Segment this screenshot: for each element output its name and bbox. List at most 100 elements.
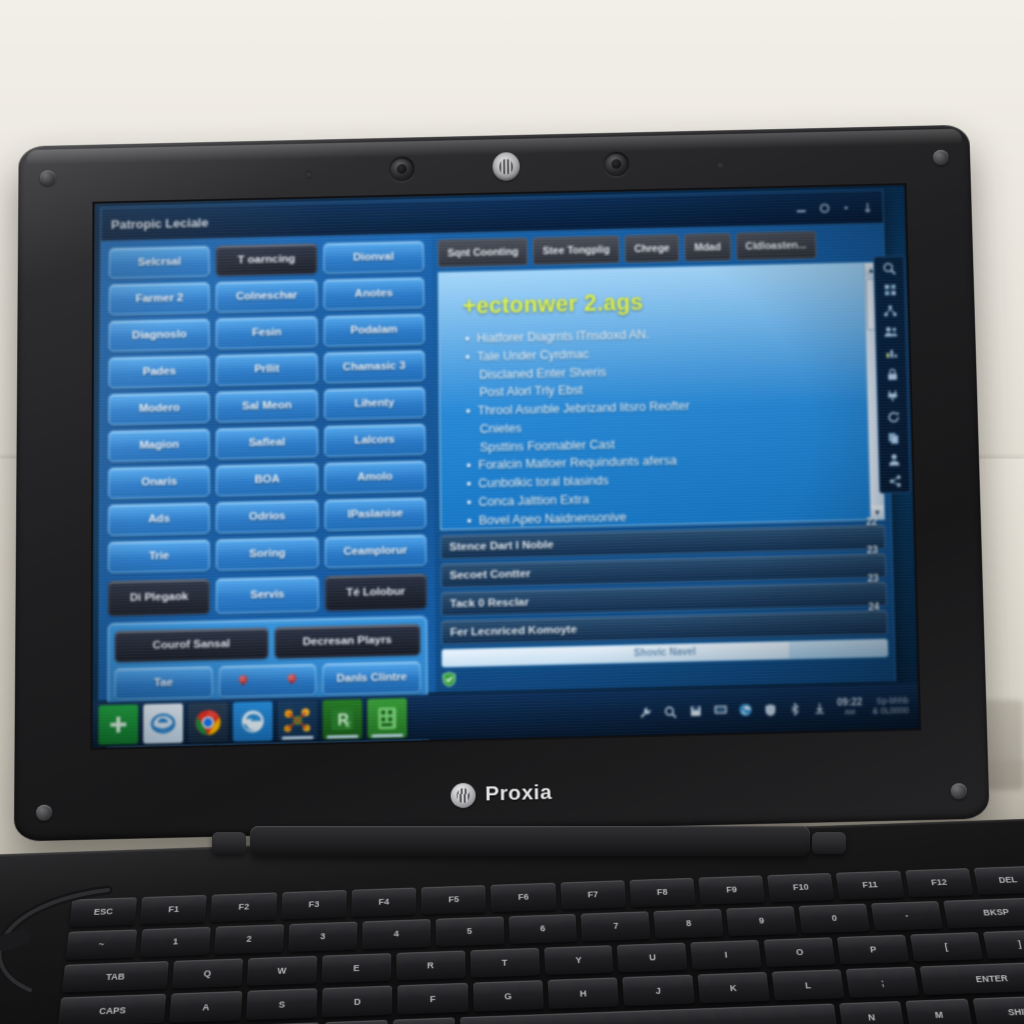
key[interactable]: F3 [280, 889, 347, 920]
subpanel-cell-right[interactable]: Danls Clintre [322, 661, 421, 696]
calculator-app-button[interactable] [367, 698, 408, 739]
key[interactable]: F6 [490, 882, 557, 912]
grid-button[interactable]: Trie [107, 539, 211, 574]
grid-button[interactable]: Soring [216, 536, 319, 571]
subpanel-cell-left[interactable]: Tae [114, 666, 213, 700]
grid-button[interactable]: Lalcors [323, 423, 426, 458]
search-icon[interactable] [880, 261, 898, 277]
grid-button[interactable]: Lihenty [323, 386, 426, 421]
tab-toarncing[interactable]: T oarncing [215, 243, 318, 277]
close-icon[interactable] [862, 201, 873, 212]
grid-button[interactable]: Farmer 2 [108, 282, 211, 316]
toolbar-button-sqnt-coonting[interactable]: Sqnt Coonting [437, 237, 529, 268]
key[interactable]: 2 [213, 924, 284, 955]
key[interactable]: 0 [798, 903, 871, 934]
toolbar-button-stee-tongplig[interactable]: Stee Tongplig [532, 235, 620, 266]
chart-icon[interactable] [882, 345, 900, 361]
key[interactable]: L [771, 969, 845, 1001]
grid-icon[interactable] [881, 282, 899, 298]
wrench-icon[interactable] [638, 705, 653, 720]
grid-button[interactable]: Fesin [215, 316, 318, 350]
subpanel-cell-mid[interactable] [218, 663, 317, 698]
action-button-te-lolobur[interactable]: Té Lolobur [324, 573, 428, 612]
grid-button[interactable]: Odrios [216, 499, 319, 534]
grid-button[interactable]: Ads [107, 502, 211, 537]
share-icon[interactable] [886, 473, 904, 489]
key[interactable]: Y [543, 944, 614, 976]
subheader-decresan-playrs[interactable]: Decresan Playrs [274, 623, 421, 659]
key[interactable]: F12 [904, 868, 974, 898]
restore-icon[interactable] [819, 202, 830, 213]
key[interactable]: F10 [767, 872, 835, 903]
key[interactable]: C [323, 1020, 388, 1024]
grid-button[interactable]: Prllit [215, 352, 318, 386]
grid-button[interactable]: Colneschar [215, 279, 318, 313]
key[interactable]: ENTER [920, 961, 1024, 996]
toolbar-button-cldloasten[interactable]: Cldloasten... [735, 230, 817, 261]
media-app-button[interactable] [277, 700, 318, 741]
key[interactable]: F [397, 983, 469, 1015]
plug-icon[interactable] [883, 387, 901, 403]
key[interactable]: J [622, 975, 695, 1007]
key[interactable]: A [169, 991, 243, 1023]
start-button[interactable] [98, 704, 139, 745]
dot-icon[interactable] [843, 204, 850, 211]
refresh-icon[interactable] [884, 409, 902, 425]
grid-button[interactable]: Pades [108, 355, 211, 389]
key[interactable]: H [547, 977, 620, 1010]
grid-button[interactable]: Onaris [108, 465, 211, 499]
key[interactable]: E [321, 952, 391, 984]
grid-button[interactable]: Ceamplorur [324, 534, 427, 569]
key[interactable]: V [392, 1017, 456, 1024]
tab-dionval[interactable]: Dionval [322, 240, 425, 274]
key[interactable]: M [905, 998, 973, 1024]
shield-icon[interactable] [762, 702, 777, 717]
key[interactable]: G [472, 980, 544, 1012]
person-icon[interactable] [885, 451, 903, 467]
key[interactable]: ; [845, 966, 920, 999]
key[interactable]: 6 [508, 913, 578, 944]
toolbar-button-mdad[interactable]: Mdad [684, 232, 731, 262]
key[interactable]: O [763, 936, 836, 968]
key[interactable]: F9 [698, 875, 766, 905]
key[interactable]: F2 [210, 892, 277, 922]
grid-button[interactable]: Anotes [323, 277, 425, 311]
key[interactable]: 7 [581, 911, 651, 942]
key[interactable]: N [838, 1001, 906, 1024]
key[interactable]: BKSP [943, 897, 1024, 928]
key[interactable]: DEL [973, 865, 1024, 895]
grid-button[interactable]: IPaslanise [324, 497, 427, 531]
grid-button[interactable]: Amolo [323, 460, 427, 494]
key[interactable]: U [617, 942, 688, 973]
key[interactable]: 8 [653, 908, 725, 939]
recorder-app-button[interactable]: R 2 [322, 699, 363, 740]
grid-button[interactable]: BOA [216, 462, 319, 497]
key[interactable]: Q [171, 958, 243, 989]
grid-button[interactable]: Modero [108, 391, 211, 426]
grid-button[interactable]: Magion [108, 428, 211, 463]
minimize-icon[interactable] [796, 203, 807, 214]
key[interactable]: D [321, 985, 393, 1018]
key[interactable]: SHIFT [972, 995, 1024, 1024]
taskbar-clock[interactable]: 09:22 AM [837, 697, 863, 716]
key[interactable]: F4 [351, 887, 417, 917]
floppy-icon[interactable] [688, 704, 703, 719]
browser-icon[interactable] [737, 702, 752, 717]
key[interactable]: 1 [139, 926, 211, 957]
key[interactable]: W [246, 955, 317, 987]
key[interactable]: T [469, 947, 540, 979]
key[interactable]: ] [982, 929, 1024, 960]
key[interactable]: F5 [421, 885, 487, 915]
key[interactable]: K [696, 972, 770, 1004]
key[interactable]: [ [909, 931, 984, 963]
copy-icon[interactable] [885, 430, 903, 446]
key[interactable]: F11 [836, 870, 905, 900]
download-icon[interactable] [812, 701, 827, 716]
toolbar-button-chrege[interactable]: Chrege [624, 234, 680, 264]
key[interactable]: P [836, 934, 910, 965]
key[interactable]: R [396, 950, 466, 981]
users-icon[interactable] [882, 324, 900, 340]
key[interactable]: S [245, 988, 318, 1021]
tab-selcrsal[interactable]: Selcrsal [108, 245, 211, 279]
key[interactable]: 4 [361, 918, 431, 949]
